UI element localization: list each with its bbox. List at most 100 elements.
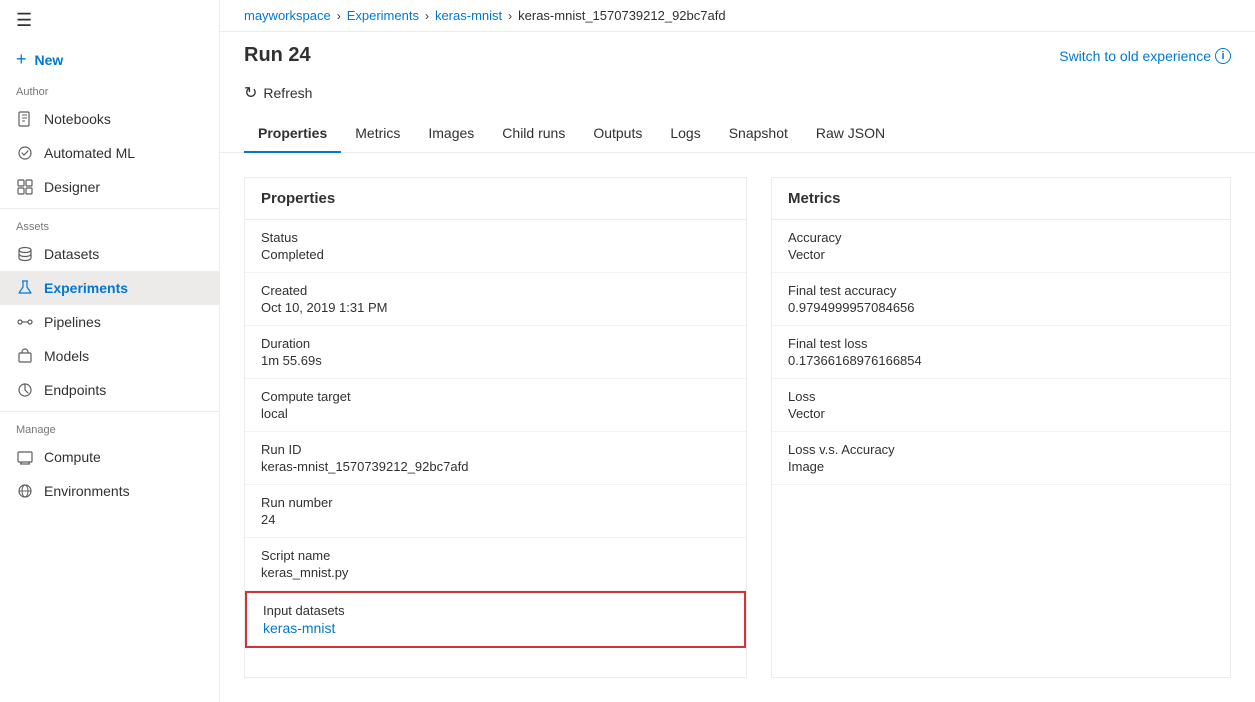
new-button[interactable]: + New (0, 41, 219, 78)
notebooks-label: Notebooks (44, 111, 111, 127)
prop-label-compute-target: Compute target (261, 389, 730, 404)
main-content: mayworkspace › Experiments › keras-mnist… (220, 0, 1255, 702)
prop-value-status: Completed (261, 247, 730, 262)
refresh-label: Refresh (263, 85, 312, 101)
hamburger-button[interactable]: ☰ (0, 0, 219, 41)
sidebar-item-automated-ml[interactable]: Automated ML (0, 136, 219, 170)
prop-label-duration: Duration (261, 336, 730, 351)
switch-to-old-experience-button[interactable]: Switch to old experience i (1059, 48, 1231, 64)
prop-label-script-name: Script name (261, 548, 730, 563)
prop-row-created: Created Oct 10, 2019 1:31 PM (245, 273, 746, 326)
pipelines-icon (16, 313, 34, 331)
page-header: Run 24 Switch to old experience i (220, 32, 1255, 75)
section-author-label: Author (0, 82, 219, 102)
metric-value-accuracy: Vector (788, 247, 1214, 262)
tab-properties[interactable]: Properties (244, 115, 341, 153)
breadcrumb-experiments[interactable]: Experiments (347, 8, 419, 23)
breadcrumb-sep-1: › (337, 9, 341, 23)
breadcrumb-keras-mnist[interactable]: keras-mnist (435, 8, 502, 23)
metrics-panel-title: Metrics (772, 178, 1230, 220)
prop-value-compute-target: local (261, 406, 730, 421)
metric-label-final-test-accuracy: Final test accuracy (788, 283, 1214, 298)
pipelines-label: Pipelines (44, 314, 101, 330)
plus-icon: + (16, 49, 27, 70)
metric-value-loss: Vector (788, 406, 1214, 421)
switch-link-label: Switch to old experience (1059, 48, 1211, 64)
prop-label-run-number: Run number (261, 495, 730, 510)
metric-value-loss-vs-accuracy: Image (788, 459, 1214, 474)
prop-label-status: Status (261, 230, 730, 245)
prop-row-compute-target: Compute target local (245, 379, 746, 432)
info-icon: i (1215, 48, 1231, 64)
sidebar-item-designer[interactable]: Designer (0, 170, 219, 204)
prop-row-run-id: Run ID keras-mnist_1570739212_92bc7afd (245, 432, 746, 485)
tab-outputs[interactable]: Outputs (579, 115, 656, 153)
prop-value-created: Oct 10, 2019 1:31 PM (261, 300, 730, 315)
notebooks-icon (16, 110, 34, 128)
sidebar-item-environments[interactable]: Environments (0, 474, 219, 508)
metric-row-loss-vs-accuracy: Loss v.s. Accuracy Image (772, 432, 1230, 485)
datasets-icon (16, 245, 34, 263)
metric-value-final-test-accuracy: 0.9794999957084656 (788, 300, 1214, 315)
content-area: Properties Status Completed Created Oct … (220, 153, 1255, 702)
prop-value-script-name: keras_mnist.py (261, 565, 730, 580)
environments-icon (16, 482, 34, 500)
sidebar-item-pipelines[interactable]: Pipelines (0, 305, 219, 339)
tab-child-runs[interactable]: Child runs (488, 115, 579, 153)
metric-row-final-test-accuracy: Final test accuracy 0.9794999957084656 (772, 273, 1230, 326)
metric-row-loss: Loss Vector (772, 379, 1230, 432)
automated-ml-icon (16, 144, 34, 162)
input-dataset-link[interactable]: keras-mnist (263, 620, 728, 636)
sidebar-item-models[interactable]: Models (0, 339, 219, 373)
refresh-bar: ↻ Refresh (220, 75, 1255, 115)
prop-label-run-id: Run ID (261, 442, 730, 457)
environments-label: Environments (44, 483, 130, 499)
sidebar-item-experiments[interactable]: Experiments (0, 271, 219, 305)
sidebar-item-datasets[interactable]: Datasets (0, 237, 219, 271)
divider-assets (0, 208, 219, 209)
breadcrumb-workspace[interactable]: mayworkspace (244, 8, 331, 23)
metric-row-accuracy: Accuracy Vector (772, 220, 1230, 273)
sidebar-item-endpoints[interactable]: Endpoints (0, 373, 219, 407)
endpoints-icon (16, 381, 34, 399)
sidebar-item-notebooks[interactable]: Notebooks (0, 102, 219, 136)
breadcrumb-run-id: keras-mnist_1570739212_92bc7afd (518, 8, 725, 23)
prop-row-input-datasets: Input datasets keras-mnist (245, 591, 746, 648)
prop-label-created: Created (261, 283, 730, 298)
prop-row-run-number: Run number 24 (245, 485, 746, 538)
breadcrumb-sep-3: › (508, 9, 512, 23)
prop-value-duration: 1m 55.69s (261, 353, 730, 368)
refresh-icon: ↻ (244, 83, 257, 103)
tab-raw-json[interactable]: Raw JSON (802, 115, 899, 153)
metric-row-final-test-loss: Final test loss 0.17366168976166854 (772, 326, 1230, 379)
metric-label-loss: Loss (788, 389, 1214, 404)
new-label: New (35, 52, 64, 68)
tab-logs[interactable]: Logs (656, 115, 714, 153)
metric-label-loss-vs-accuracy: Loss v.s. Accuracy (788, 442, 1214, 457)
page-title: Run 24 (244, 44, 311, 67)
sidebar-item-compute[interactable]: Compute (0, 440, 219, 474)
tab-images[interactable]: Images (414, 115, 488, 153)
hamburger-icon: ☰ (16, 10, 32, 31)
prop-row-script-name: Script name keras_mnist.py (245, 538, 746, 591)
compute-label: Compute (44, 449, 101, 465)
experiments-label: Experiments (44, 280, 128, 296)
metric-label-accuracy: Accuracy (788, 230, 1214, 245)
properties-panel: Properties Status Completed Created Oct … (244, 177, 747, 678)
tab-metrics[interactable]: Metrics (341, 115, 414, 153)
refresh-button[interactable]: ↻ Refresh (244, 79, 312, 107)
models-label: Models (44, 348, 89, 364)
endpoints-label: Endpoints (44, 382, 106, 398)
tabs-bar: Properties Metrics Images Child runs Out… (220, 115, 1255, 153)
prop-value-run-id: keras-mnist_1570739212_92bc7afd (261, 459, 730, 474)
designer-label: Designer (44, 179, 100, 195)
compute-icon (16, 448, 34, 466)
section-manage-label: Manage (0, 420, 219, 440)
metrics-panel: Metrics Accuracy Vector Final test accur… (771, 177, 1231, 678)
properties-panel-title: Properties (245, 178, 746, 220)
models-icon (16, 347, 34, 365)
breadcrumb-sep-2: › (425, 9, 429, 23)
breadcrumb: mayworkspace › Experiments › keras-mnist… (220, 0, 1255, 32)
prop-value-run-number: 24 (261, 512, 730, 527)
tab-snapshot[interactable]: Snapshot (715, 115, 802, 153)
